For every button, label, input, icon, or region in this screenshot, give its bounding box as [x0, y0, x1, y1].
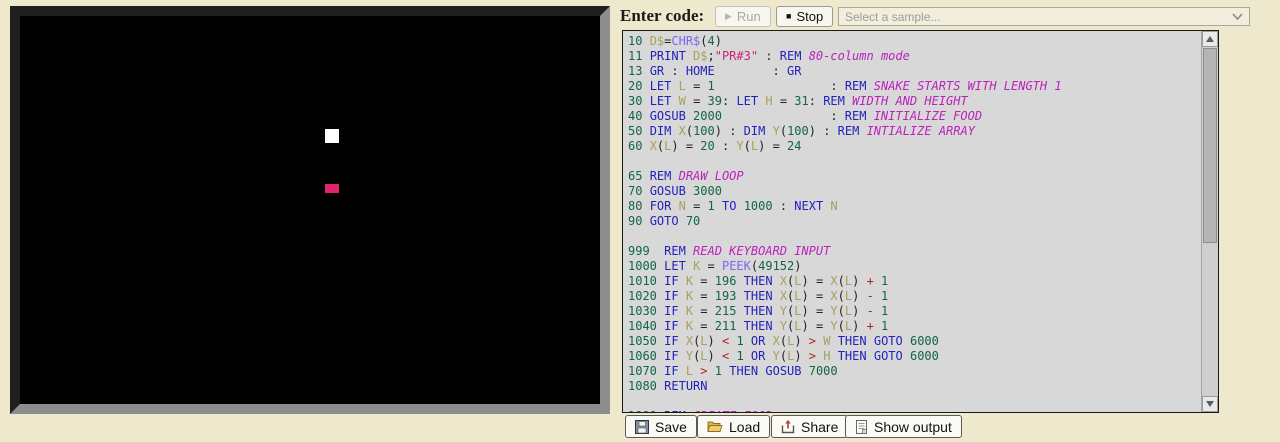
code-line: 90 GOTO 70 [628, 214, 1201, 229]
code-line: 10 D$=CHR$(4) [628, 34, 1201, 49]
code-line: 30 LET W = 39: LET H = 31: REM WIDTH AND… [628, 94, 1201, 109]
share-button[interactable]: Share [771, 415, 848, 438]
sample-select[interactable]: Select a sample... [838, 7, 1250, 26]
run-label: Run [737, 9, 761, 24]
code-line: 1050 IF X(L) < 1 OR X(L) > W THEN GOTO 6… [628, 334, 1201, 349]
enter-code-label: Enter code: [620, 6, 704, 26]
save-label: Save [655, 419, 687, 435]
triangle-down-icon [1206, 401, 1214, 407]
code-line: 1999 REM CREATE FOOD [628, 409, 1201, 412]
code-line [628, 394, 1201, 409]
load-button[interactable]: Load [697, 415, 770, 438]
apple2-screen-content [20, 16, 600, 404]
scroll-up-button[interactable] [1202, 31, 1218, 47]
code-line: 70 GOSUB 3000 [628, 184, 1201, 199]
play-icon: ▶ [725, 12, 732, 21]
code-line: 11 PRINT D$;"PR#3" : REM 80-column mode [628, 49, 1201, 64]
food-block [325, 184, 339, 193]
code-line [628, 154, 1201, 169]
sample-select-placeholder: Select a sample... [845, 10, 940, 24]
code-line: 20 LET L = 1 : REM SNAKE STARTS WITH LEN… [628, 79, 1201, 94]
share-icon [781, 420, 795, 434]
code-line: 65 REM DRAW LOOP [628, 169, 1201, 184]
code-line: 60 X(L) = 20 : Y(L) = 24 [628, 139, 1201, 154]
code-line: 1060 IF Y(L) < 1 OR Y(L) > H THEN GOTO 6… [628, 349, 1201, 364]
stop-button[interactable]: ■ Stop [776, 6, 833, 27]
show-output-button[interactable]: Show output [845, 415, 962, 438]
code-line: 1080 RETURN [628, 379, 1201, 394]
chevron-down-icon [1232, 13, 1243, 20]
triangle-up-icon [1206, 36, 1214, 42]
code-line: 40 GOSUB 2000 : REM INITIALIZE FOOD [628, 109, 1201, 124]
code-line: 1010 IF K = 196 THEN X(L) = X(L) + 1 [628, 274, 1201, 289]
apple2-screen[interactable] [10, 6, 610, 414]
share-label: Share [801, 419, 838, 435]
code-line: 1040 IF K = 211 THEN Y(L) = Y(L) + 1 [628, 319, 1201, 334]
code-line: 50 DIM X(100) : DIM Y(100) : REM INTIALI… [628, 124, 1201, 139]
scrollbar-thumb[interactable] [1203, 48, 1217, 243]
stop-icon: ■ [786, 12, 791, 21]
editor-scrollbar[interactable] [1201, 31, 1218, 412]
folder-icon [707, 420, 723, 433]
code-line: 1000 LET K = PEEK(49152) [628, 259, 1201, 274]
code-line: 80 FOR N = 1 TO 1000 : NEXT N [628, 199, 1201, 214]
snake-block [325, 129, 339, 143]
code-line: 13 GR : HOME : GR [628, 64, 1201, 79]
code-line: 1030 IF K = 215 THEN Y(L) = Y(L) - 1 [628, 304, 1201, 319]
code-line: 1070 IF L > 1 THEN GOSUB 7000 [628, 364, 1201, 379]
floppy-disk-icon [635, 420, 649, 434]
code-text[interactable]: 10 D$=CHR$(4)11 PRINT D$;"PR#3" : REM 80… [623, 31, 1201, 412]
scroll-down-button[interactable] [1202, 396, 1218, 412]
show-output-label: Show output [874, 419, 952, 435]
code-line: 1020 IF K = 193 THEN X(L) = X(L) - 1 [628, 289, 1201, 304]
document-icon [855, 420, 868, 434]
load-label: Load [729, 419, 760, 435]
code-line [628, 229, 1201, 244]
code-editor[interactable]: 10 D$=CHR$(4)11 PRINT D$;"PR#3" : REM 80… [622, 30, 1219, 413]
save-button[interactable]: Save [625, 415, 697, 438]
stop-label: Stop [796, 9, 823, 24]
code-line: 999 REM READ KEYBOARD INPUT [628, 244, 1201, 259]
run-button[interactable]: ▶ Run [715, 6, 771, 27]
